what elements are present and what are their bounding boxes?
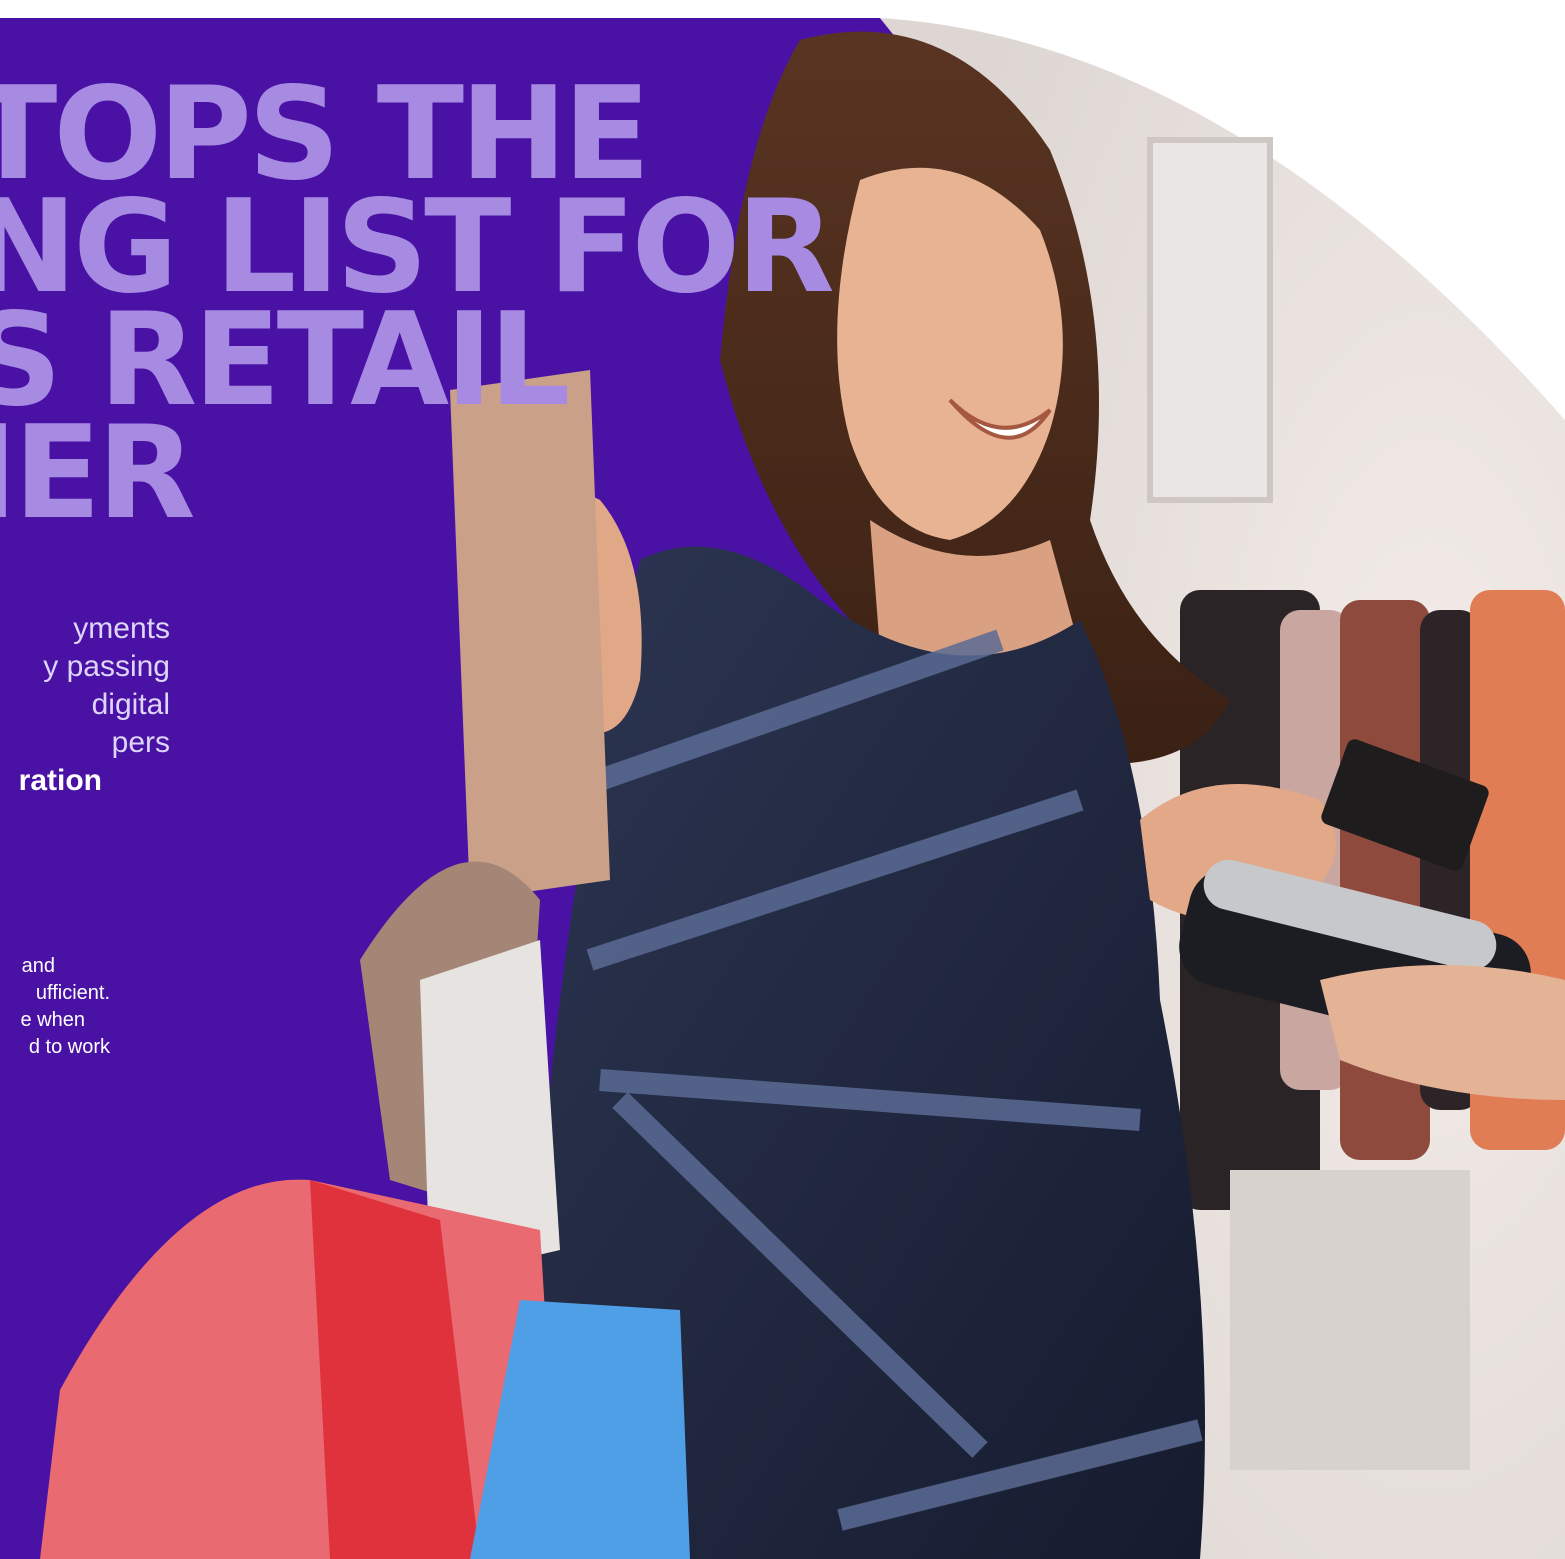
body-line: d to work — [28, 1036, 110, 1058]
headline-line-4: IER — [0, 399, 196, 548]
intro-line: y passing — [43, 650, 170, 683]
store-window — [1147, 137, 1273, 503]
body-paragraph: and ufficient. e when d to work — [0, 953, 120, 1061]
intro-paragraph: yments y passing digital pers ration — [0, 610, 170, 800]
intro-emphasis: ration — [18, 764, 102, 797]
body-line: ufficient. — [35, 982, 110, 1004]
retail-brochure-page: TOPS THE NG LIST FOR S RETAIL IER yments… — [0, 0, 1565, 1559]
body-line: e when — [20, 1009, 86, 1031]
intro-line: pers — [111, 726, 170, 759]
intro-line: digital — [91, 688, 170, 721]
intro-line: yments — [73, 612, 170, 645]
body-line: and — [21, 955, 55, 977]
headline: TOPS THE NG LIST FOR S RETAIL IER — [0, 71, 835, 548]
